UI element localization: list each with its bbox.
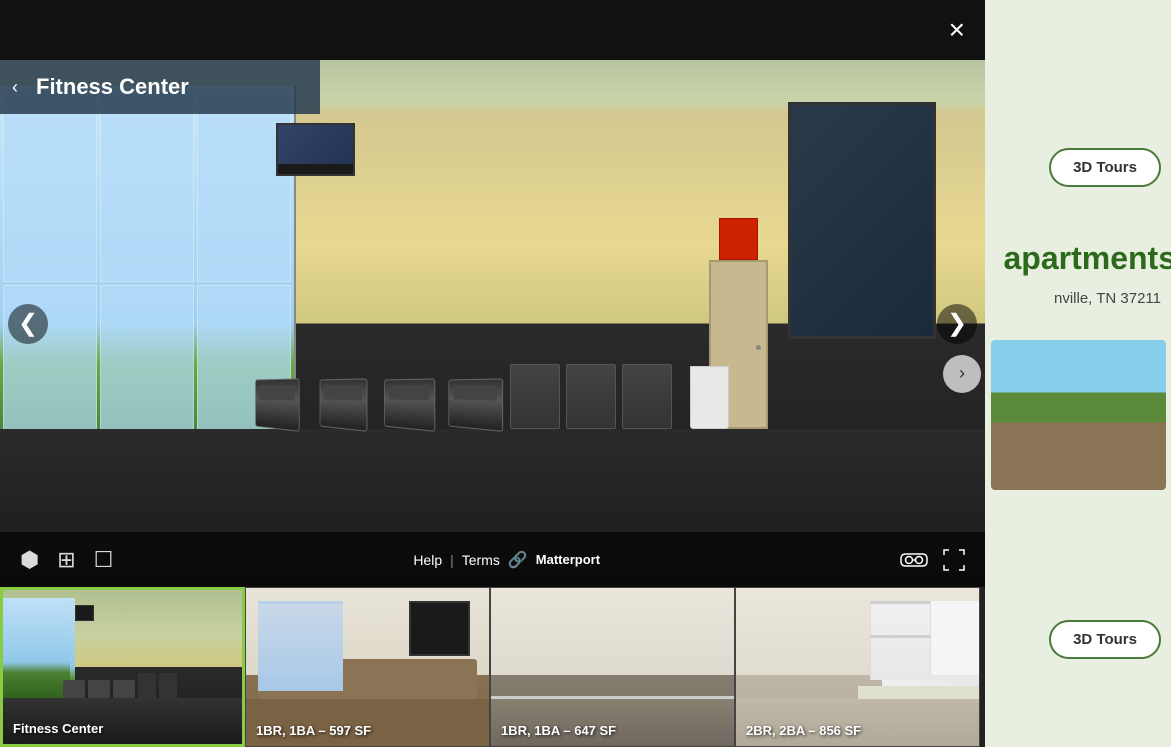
bg-next-arrow-button[interactable]: › bbox=[943, 355, 981, 393]
panorama-viewer[interactable]: ‹ Fitness Center bbox=[0, 60, 985, 587]
thumbnail-2br-856[interactable]: 2BR, 2BA – 856 SF bbox=[735, 587, 980, 747]
window-pane bbox=[197, 89, 291, 282]
thumbnail-1br-597[interactable]: 1BR, 1BA – 597 SF bbox=[245, 587, 490, 747]
terms-link[interactable]: Terms bbox=[462, 552, 500, 568]
thumbnail-fitness-center[interactable]: Fitness Center bbox=[0, 587, 245, 747]
bg-building-image bbox=[991, 340, 1166, 490]
modal-topbar: × bbox=[0, 0, 985, 60]
viewer-toolbar: ⬢ ⊞ ☐ Help | Terms 🔗 Matterport bbox=[0, 532, 985, 587]
window-pane bbox=[3, 89, 97, 282]
next-button[interactable]: ❯ bbox=[937, 304, 977, 344]
viewer-title: Fitness Center bbox=[36, 74, 189, 100]
vr-headset-icon[interactable] bbox=[900, 551, 928, 569]
treadmill-3 bbox=[384, 378, 435, 431]
door-knob bbox=[756, 345, 761, 350]
thumbnail-label-1br-597: 1BR, 1BA – 597 SF bbox=[256, 723, 371, 738]
wall-display bbox=[788, 102, 936, 339]
floorplan-icon[interactable]: ⊞ bbox=[57, 547, 75, 573]
tv-screen bbox=[278, 125, 353, 164]
wall-tv bbox=[276, 123, 355, 176]
thumbnail-label-1br-647: 1BR, 1BA – 647 SF bbox=[501, 723, 616, 738]
window-pane bbox=[100, 89, 194, 282]
back-arrow-icon[interactable]: ‹ bbox=[12, 77, 18, 98]
share-icon[interactable]: 🔗 bbox=[508, 550, 528, 570]
ruler-icon[interactable]: ☐ bbox=[94, 547, 114, 573]
fullscreen-icon[interactable] bbox=[943, 549, 965, 571]
bg-3d-tours-button-2[interactable]: 3D Tours bbox=[1049, 620, 1161, 659]
weight-machine-1 bbox=[510, 364, 560, 429]
treadmill-4 bbox=[449, 378, 504, 431]
bg-apartments-text: apartments bbox=[1004, 240, 1171, 277]
safety-equipment-box bbox=[719, 218, 758, 260]
treadmill-2 bbox=[320, 378, 368, 431]
close-button[interactable]: × bbox=[949, 16, 965, 44]
toolbar-divider: | bbox=[450, 552, 454, 568]
thumbnail-1br-647[interactable]: 1BR, 1BA – 647 SF bbox=[490, 587, 735, 747]
thumbnail-strip: Fitness Center 1BR, 1BA – 597 SF bbox=[0, 587, 985, 747]
treadmill-1 bbox=[255, 378, 299, 431]
bg-address-text: nville, TN 37211 bbox=[1054, 290, 1161, 307]
title-bar: ‹ Fitness Center bbox=[0, 60, 320, 114]
matterport-logo[interactable]: Matterport bbox=[536, 552, 600, 567]
prev-button[interactable]: ❮ bbox=[8, 304, 48, 344]
thumbnail-label-2br-856: 2BR, 2BA – 856 SF bbox=[746, 723, 861, 738]
toolbar-help-section: Help | Terms 🔗 Matterport bbox=[413, 550, 600, 570]
weight-machine-3 bbox=[622, 364, 672, 429]
modal-overlay: × ‹ Fitness Center bbox=[0, 0, 985, 747]
wall-display-inner bbox=[791, 105, 933, 336]
help-link[interactable]: Help bbox=[413, 552, 442, 568]
weight-machine-2 bbox=[566, 364, 616, 429]
bg-3d-tours-button-1[interactable]: 3D Tours bbox=[1049, 148, 1161, 187]
3d-box-icon[interactable]: ⬢ bbox=[20, 547, 39, 573]
thumbnail-label-fitness: Fitness Center bbox=[13, 721, 103, 736]
trash-can bbox=[690, 366, 729, 429]
